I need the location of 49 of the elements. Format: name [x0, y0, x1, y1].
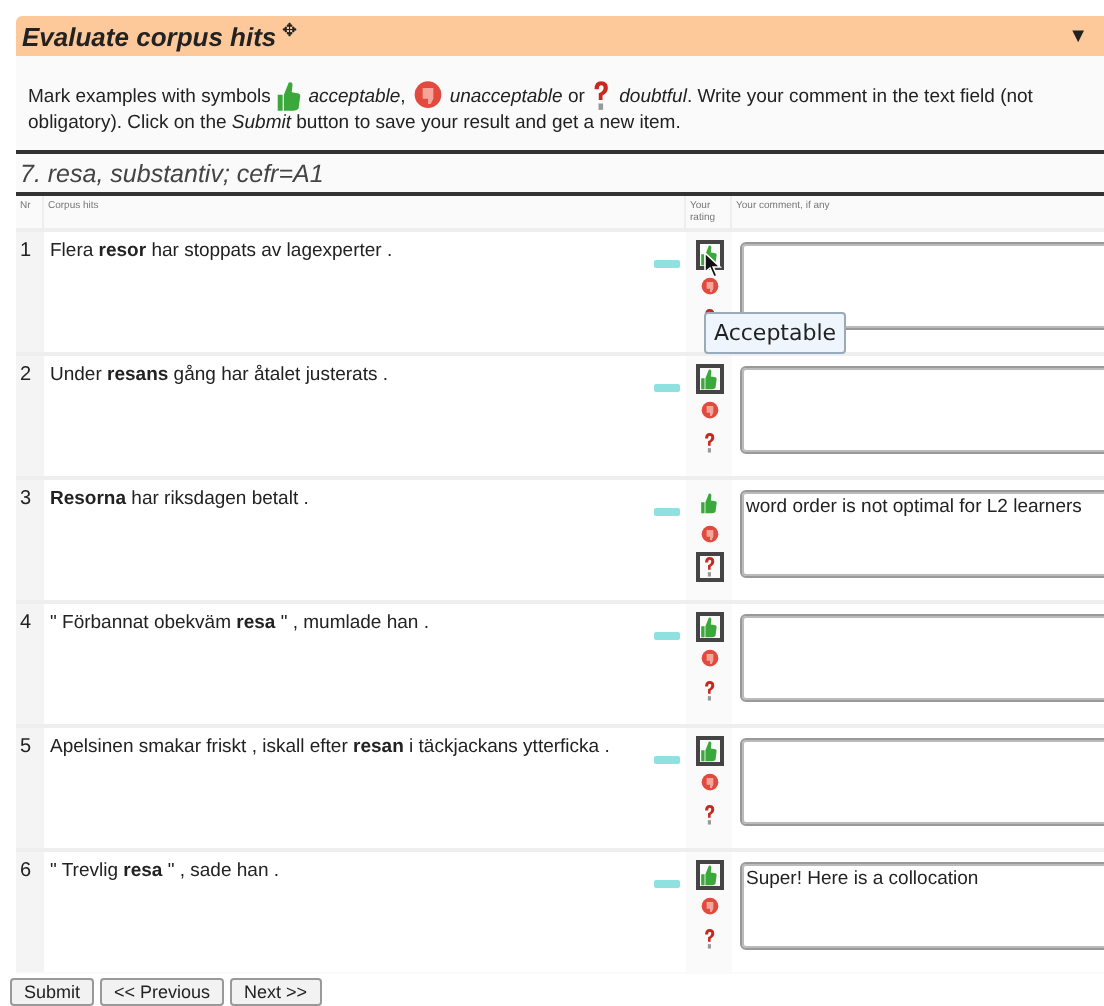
question-mark-icon	[701, 680, 717, 702]
tooltip: Acceptable	[704, 312, 847, 354]
row-number: 3	[16, 476, 44, 600]
question-mark-icon	[701, 928, 717, 950]
nav-button[interactable]: << Previous	[100, 978, 225, 1006]
comment-field[interactable]: word order is not optimal for L2 learners	[740, 490, 1104, 578]
question-mark-icon	[701, 804, 717, 826]
row-number: 6	[16, 848, 44, 972]
rating-option[interactable]	[695, 612, 723, 642]
thumbs-down-icon	[699, 772, 719, 794]
instruction-text: acceptable,	[308, 85, 406, 107]
thumbs-down-icon	[699, 896, 719, 918]
thumbs-down-icon	[699, 648, 719, 670]
thumbs-down-icon	[699, 524, 719, 546]
thumbs-up-icon	[700, 864, 718, 886]
move-icon[interactable]: ✥	[282, 20, 299, 40]
question-mark-icon	[590, 80, 614, 112]
instruction-text: obligatory). Click on the Submit button to save your result and get a new item.	[28, 112, 681, 134]
rating-option[interactable]	[695, 860, 723, 890]
item-heading: 7. resa, substantiv; cefr=A1	[16, 154, 1104, 196]
collapse-icon[interactable]: ▼	[1068, 25, 1088, 47]
instruction-text: doubtful. Write your comment in the text field (not	[619, 85, 1033, 107]
nav-button[interactable]: Submit	[10, 978, 95, 1006]
comment-field[interactable]	[740, 366, 1104, 454]
comment-field[interactable]: Super! Here is a collocation	[740, 862, 1104, 950]
thumbs-up-icon	[700, 492, 718, 514]
row-number: 4	[16, 600, 44, 724]
row-number: 2	[16, 352, 44, 476]
thumbs-down-icon	[699, 276, 719, 298]
nav-button[interactable]: Next >>	[230, 978, 322, 1006]
rating-option[interactable]	[695, 552, 723, 582]
thumbs-up-icon	[700, 616, 718, 638]
question-mark-icon	[701, 556, 717, 578]
comment-field[interactable]	[740, 614, 1104, 702]
instruction-text: unacceptable or	[449, 85, 585, 107]
instruction-text: Mark examples with symbols	[28, 85, 271, 107]
question-mark-icon	[701, 432, 717, 454]
thumbs-down-icon	[411, 80, 444, 112]
thumbs-down-icon	[699, 400, 719, 422]
row-number: 1	[16, 228, 44, 352]
row-number: 5	[16, 724, 44, 848]
rating-option[interactable]	[695, 736, 723, 766]
thumbs-up-icon	[276, 80, 303, 112]
thumbs-up-icon	[700, 740, 718, 762]
rating-option[interactable]	[695, 364, 723, 394]
comment-field[interactable]	[740, 738, 1104, 826]
panel-title: Evaluate corpus hits	[22, 21, 277, 51]
thumbs-up-icon	[700, 368, 718, 390]
cursor-icon	[704, 252, 722, 278]
